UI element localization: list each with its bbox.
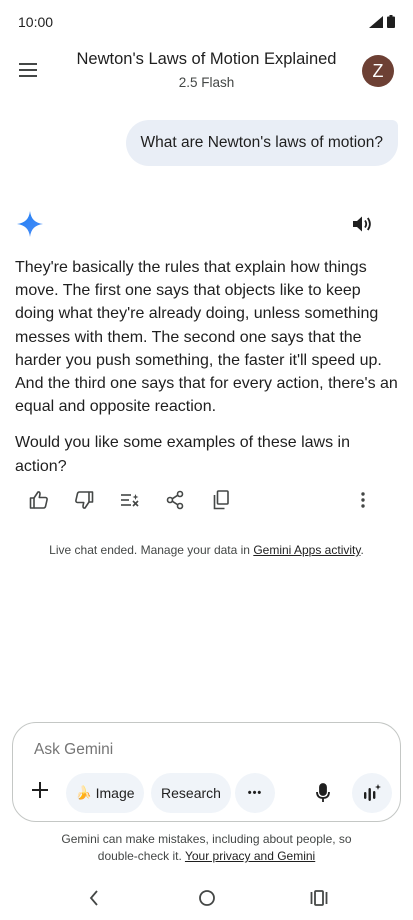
recents-icon	[310, 890, 328, 906]
recents-button[interactable]	[304, 886, 334, 910]
speaker-icon	[353, 216, 371, 232]
menu-button[interactable]	[12, 54, 44, 86]
microphone-button[interactable]	[311, 779, 335, 807]
research-chip[interactable]: Research	[151, 773, 231, 813]
disclaimer-text: double-check it.	[97, 849, 185, 863]
modify-response-button[interactable]	[118, 488, 142, 512]
gemini-response: They're basically the rules that explain…	[15, 256, 400, 491]
add-attachment-button[interactable]	[27, 777, 53, 803]
gemini-live-button[interactable]	[352, 773, 392, 813]
signal-icon	[369, 15, 383, 28]
ask-gemini-input[interactable]	[34, 741, 364, 759]
copy-icon	[213, 490, 229, 510]
disclaimer-line-1: Gemini can make mistakes, including abou…	[61, 832, 352, 846]
status-time: 10:00	[18, 14, 54, 30]
notice-suffix: .	[360, 543, 364, 557]
thumbs-down-icon	[75, 491, 94, 509]
response-paragraph: They're basically the rules that explain…	[15, 259, 398, 416]
gemini-spark-icon	[17, 211, 43, 237]
live-waveform-icon	[364, 784, 381, 801]
menu-icon	[19, 63, 37, 77]
read-aloud-button[interactable]	[350, 211, 376, 237]
more-vert-icon	[361, 492, 365, 508]
home-icon	[199, 890, 215, 906]
more-horiz-icon: •••	[247, 787, 263, 799]
image-chip[interactable]: 🍌 Image	[66, 773, 144, 813]
thumbs-down-button[interactable]	[72, 488, 96, 512]
model-selector[interactable]: 2.5 Flash	[60, 75, 353, 90]
image-chip-label: Image	[95, 785, 135, 801]
status-bar: 10:00	[0, 0, 413, 44]
copy-button[interactable]	[209, 488, 233, 512]
user-message-bubble: What are Newton's laws of motion?	[125, 120, 398, 166]
avatar[interactable]: Z	[362, 55, 394, 87]
share-icon	[166, 490, 184, 510]
more-options-button[interactable]	[351, 488, 375, 512]
battery-icon	[387, 15, 395, 28]
modify-response-icon	[121, 494, 139, 507]
app-header: Newton's Laws of Motion Explained 2.5 Fl…	[0, 44, 413, 104]
notice-text: Live chat ended. Manage your data in	[49, 543, 254, 557]
home-button[interactable]	[192, 886, 222, 910]
disclaimer: Gemini can make mistakes, including abou…	[0, 831, 413, 865]
back-icon	[89, 890, 98, 906]
research-chip-label: Research	[161, 785, 221, 801]
response-actions	[0, 486, 413, 514]
more-tools-chip[interactable]: •••	[235, 773, 275, 813]
conversation-title: Newton's Laws of Motion Explained	[76, 50, 337, 68]
privacy-link[interactable]: Your privacy and Gemini	[185, 849, 315, 863]
microphone-icon	[316, 783, 330, 802]
plus-icon	[32, 782, 48, 798]
response-paragraph: Would you like some examples of these la…	[15, 434, 350, 475]
system-navigation-bar	[0, 880, 413, 920]
thumbs-up-icon	[29, 491, 48, 509]
live-chat-notice: Live chat ended. Manage your data in Gem…	[0, 543, 413, 557]
status-icons	[369, 15, 395, 28]
prompt-input-container: 🍌 Image Research •••	[12, 722, 401, 822]
user-message-text: What are Newton's laws of motion?	[140, 134, 383, 151]
gemini-apps-activity-link[interactable]: Gemini Apps activity	[253, 543, 360, 557]
share-button[interactable]	[163, 488, 187, 512]
back-button[interactable]	[79, 886, 109, 910]
thumbs-up-button[interactable]	[27, 488, 51, 512]
banana-icon: 🍌	[75, 785, 92, 800]
disclaimer-line-2: double-check it. Your privacy and Gemini	[0, 848, 413, 865]
